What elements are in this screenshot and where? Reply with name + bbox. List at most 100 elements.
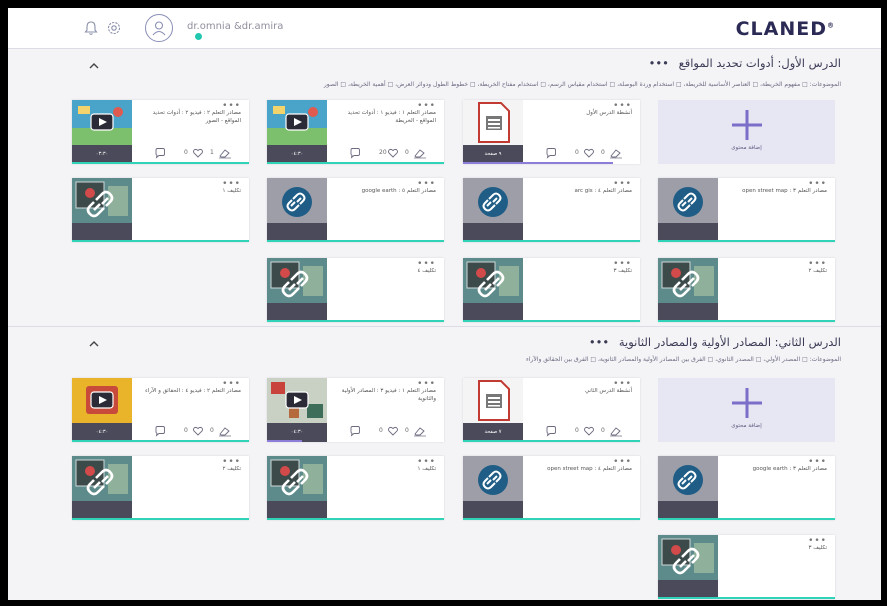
content-card-l1-video2[interactable]: ٠٣:٣٠ ••• مصادر التعلم ٢ : فيديو ٢ : أدوات…	[72, 100, 249, 164]
card-thumbnail[interactable]	[658, 258, 718, 303]
content-card-l1-task4[interactable]: ••• تكليف ٤	[267, 258, 444, 322]
content-card-l1-link-arcgis[interactable]: ••• مصادر التعلم ٤ : arc gis	[463, 178, 640, 242]
card-title[interactable]: تكليف ١	[141, 187, 241, 195]
heart-icon[interactable]	[583, 425, 595, 437]
card-thumbnail[interactable]	[72, 178, 132, 223]
lesson-1-title-text: الدرس الأول: أدوات تحديد المواقع	[678, 56, 841, 70]
card-title[interactable]: مصادر التعلم ٢ : فيديو ٤ : الحقائق و الآ…	[141, 387, 241, 395]
eraser-icon[interactable]	[609, 425, 623, 437]
add-content-card[interactable]: إضافة محتوى	[658, 100, 835, 164]
lesson-1-title[interactable]: الدرس الأول: أدوات تحديد المواقع •••	[649, 56, 841, 70]
content-card-l1-task2[interactable]: ••• تكليف ٢	[658, 258, 835, 322]
card-title[interactable]: تكليف ٣	[727, 544, 827, 552]
card-title[interactable]: تكليف ٤	[336, 267, 436, 275]
comment-icon[interactable]	[349, 425, 361, 437]
card-title[interactable]: مصادر التعلم ٣ : open street map	[727, 187, 827, 195]
lesson-separator	[8, 48, 881, 49]
card-title[interactable]: مصادر التعلم ١ : فيديو ٣ : المصادر الأول…	[336, 387, 436, 403]
eraser-icon[interactable]	[218, 425, 232, 437]
heart-icon[interactable]	[583, 147, 595, 159]
card-title[interactable]: تكليف ٢	[727, 267, 827, 275]
lesson-2-menu-icon[interactable]: •••	[589, 335, 609, 349]
content-card-l1-task3[interactable]: ••• تكليف ٣	[463, 258, 640, 322]
card-title[interactable]: مصادر التعلم ٤ : arc gis	[532, 187, 633, 195]
card-progress-bar	[72, 518, 249, 520]
content-card-l2-task2[interactable]: ••• تكليف ٢	[72, 456, 249, 520]
content-card-l2-pdf[interactable]: ٧ صفحة ••• أنشطة الدرس الثاني 0 0	[463, 378, 640, 442]
content-card-l2-video3[interactable]: ٠٤:٣٠ ••• مصادر التعلم ١ : فيديو ٣ : المصا…	[267, 378, 444, 442]
collapse-chevron-up-icon[interactable]	[88, 60, 100, 72]
card-title[interactable]: أنشطة الدرس الأول	[532, 109, 632, 117]
content-card-l2-link-google[interactable]: ••• مصادر التعلم ٣ : google earth	[658, 456, 835, 520]
card-thumbnail[interactable]	[72, 378, 132, 423]
view-count: 0	[210, 427, 214, 434]
collapse-chevron-up-icon[interactable]	[88, 338, 100, 350]
add-content-card[interactable]: إضافة محتوى	[658, 378, 835, 442]
card-title[interactable]: تكليف ١	[336, 465, 436, 473]
user-name[interactable]: dr.omnia &dr.amira	[187, 21, 283, 32]
eraser-icon[interactable]	[413, 425, 427, 437]
card-thumbnail[interactable]	[463, 100, 523, 145]
heart-icon[interactable]	[387, 425, 399, 437]
card-thumbnail[interactable]	[267, 456, 327, 501]
card-thumbnail[interactable]	[463, 178, 523, 223]
card-thumbnail[interactable]	[267, 378, 327, 423]
lesson-separator	[8, 326, 881, 327]
eraser-icon[interactable]	[413, 147, 427, 159]
heart-icon[interactable]	[192, 147, 204, 159]
content-card-l1-task1[interactable]: ••• تكليف ١	[72, 178, 249, 242]
card-progress-bar	[72, 440, 249, 442]
content-card-l2-task1[interactable]: ••• تكليف ١	[267, 456, 444, 520]
comment-icon[interactable]	[545, 147, 557, 159]
lesson-1-topics: الموضوعات: □ مفهوم الخريطة، □ العناصر ال…	[323, 81, 841, 88]
content-card-l2-video4[interactable]: ٠٤:٣٠ ••• مصادر التعلم ٢ : فيديو ٤ : الحقا…	[72, 378, 249, 442]
card-title[interactable]: مصادر التعلم ١ : فيديو ١ : أدوات تحديد ا…	[336, 109, 436, 125]
card-title[interactable]: مصادر التعلم ٣ : google earth	[727, 465, 827, 473]
heart-icon[interactable]	[387, 147, 399, 159]
card-title[interactable]: تكليف ٣	[532, 267, 632, 275]
avatar[interactable]	[145, 14, 173, 42]
content-card-l2-link-osm[interactable]: ••• مصادر التعلم ٤ : open street map	[463, 456, 640, 520]
add-content-label: إضافة محتوى	[731, 145, 762, 151]
card-title[interactable]: مصادر التعلم ٢ : فيديو ٢ : أدوات تحديد ا…	[141, 109, 241, 125]
view-count: 1	[210, 149, 214, 156]
comment-icon[interactable]	[154, 425, 166, 437]
card-thumbnail[interactable]	[658, 456, 718, 501]
claned-logo[interactable]: CLANED®	[736, 18, 835, 40]
card-thumbnail[interactable]	[72, 100, 132, 145]
comment-icon[interactable]	[545, 425, 557, 437]
card-thumbnail[interactable]	[463, 378, 523, 423]
heart-icon[interactable]	[192, 425, 204, 437]
content-card-l1-pdf[interactable]: ٩ صفحة ••• أنشطة الدرس الأول 0 0	[463, 100, 640, 164]
card-title[interactable]: أنشطة الدرس الثاني	[532, 387, 632, 395]
card-title[interactable]: مصادر التعلم ٥ : google earth	[336, 187, 436, 195]
gear-icon[interactable]	[106, 20, 122, 36]
card-thumbnail[interactable]	[267, 100, 327, 145]
view-count: 0	[601, 149, 605, 156]
eraser-icon[interactable]	[609, 147, 623, 159]
eraser-icon[interactable]	[218, 147, 232, 159]
content-card-l1-link-google[interactable]: ••• مصادر التعلم ٥ : google earth	[267, 178, 444, 242]
comment-icon[interactable]	[349, 147, 361, 159]
card-title[interactable]: تكليف ٢	[141, 465, 241, 473]
card-progress-bar	[658, 240, 835, 242]
content-card-l2-task3[interactable]: ••• تكليف ٣	[658, 535, 835, 599]
like-count: 0	[575, 427, 579, 434]
card-progress-bar	[72, 162, 249, 164]
card-thumbnail[interactable]	[463, 258, 523, 303]
plus-icon	[732, 110, 762, 140]
content-card-l1-link-osm[interactable]: ••• مصادر التعلم ٣ : open street map	[658, 178, 835, 242]
card-thumbnail[interactable]	[267, 258, 327, 303]
lesson-1-menu-icon[interactable]: •••	[649, 56, 669, 70]
card-progress-bar	[463, 162, 613, 164]
card-thumbnail[interactable]	[72, 456, 132, 501]
card-thumbnail[interactable]	[267, 178, 327, 223]
lesson-2-title[interactable]: الدرس الثاني: المصادر الأولية والمصادر ا…	[589, 335, 841, 349]
card-thumbnail[interactable]	[463, 456, 523, 501]
content-card-l1-video1[interactable]: ٠٤:٣٠ ••• مصادر التعلم ١ : فيديو ١ : أدوات…	[267, 100, 444, 164]
card-title[interactable]: مصادر التعلم ٤ : open street map	[532, 465, 632, 473]
comment-icon[interactable]	[154, 147, 166, 159]
card-thumbnail[interactable]	[658, 178, 718, 223]
card-thumbnail[interactable]	[658, 535, 718, 580]
bell-icon[interactable]	[83, 20, 99, 36]
